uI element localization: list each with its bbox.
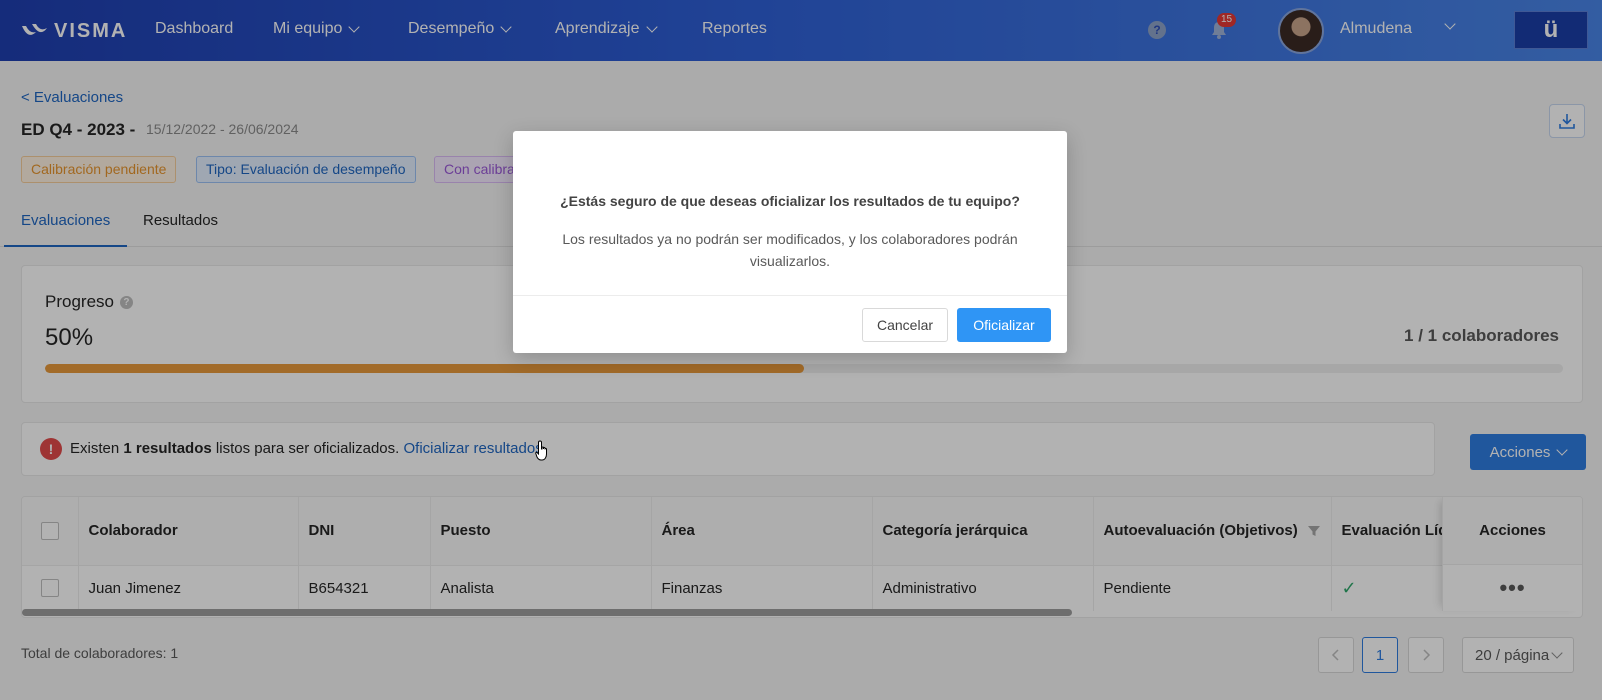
hand-cursor-icon	[535, 440, 547, 461]
confirm-modal: ¿Estás seguro de que deseas oficializar …	[513, 131, 1067, 353]
cancel-button[interactable]: Cancelar	[862, 308, 948, 342]
oficializar-button[interactable]: Oficializar	[957, 308, 1051, 342]
modal-divider	[513, 295, 1067, 296]
modal-title: ¿Estás seguro de que deseas oficializar …	[560, 193, 1020, 209]
modal-body: Los resultados ya no podrán ser modifica…	[562, 231, 1018, 269]
